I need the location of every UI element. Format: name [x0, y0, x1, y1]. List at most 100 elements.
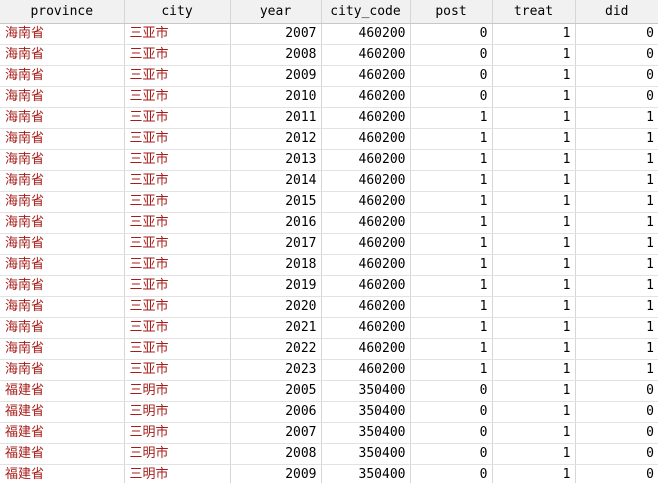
cell-treat[interactable]: 1 [492, 65, 576, 87]
cell-year[interactable]: 2007 [230, 422, 322, 444]
cell-did[interactable]: 1 [575, 191, 658, 213]
cell-province[interactable]: 海南省 [0, 23, 125, 45]
cell-city[interactable]: 三亚市 [124, 128, 231, 150]
table-row[interactable]: 海南省 三亚市 2013 460200 1 1 1 [0, 149, 658, 171]
cell-province[interactable]: 海南省 [0, 86, 125, 108]
cell-city-code[interactable]: 460200 [321, 149, 411, 171]
cell-city-code[interactable]: 350400 [321, 422, 411, 444]
cell-province[interactable]: 海南省 [0, 359, 125, 381]
cell-city[interactable]: 三明市 [124, 443, 231, 465]
cell-treat[interactable]: 1 [492, 380, 576, 402]
cell-city-code[interactable]: 350400 [321, 464, 411, 483]
cell-post[interactable]: 0 [410, 380, 493, 402]
cell-city[interactable]: 三亚市 [124, 65, 231, 87]
cell-post[interactable]: 0 [410, 422, 493, 444]
cell-treat[interactable]: 1 [492, 191, 576, 213]
cell-city[interactable]: 三亚市 [124, 170, 231, 192]
cell-city-code[interactable]: 460200 [321, 23, 411, 45]
cell-city[interactable]: 三亚市 [124, 86, 231, 108]
table-row[interactable]: 海南省 三亚市 2014 460200 1 1 1 [0, 170, 658, 192]
column-header-province[interactable]: province [0, 0, 125, 24]
table-row[interactable]: 海南省 三亚市 2020 460200 1 1 1 [0, 296, 658, 318]
table-row[interactable]: 福建省 三明市 2007 350400 0 1 0 [0, 422, 658, 444]
column-header-city-code[interactable]: city_code [321, 0, 411, 24]
cell-post[interactable]: 0 [410, 401, 493, 423]
cell-city[interactable]: 三明市 [124, 380, 231, 402]
cell-post[interactable]: 1 [410, 254, 493, 276]
cell-city-code[interactable]: 460200 [321, 233, 411, 255]
cell-year[interactable]: 2017 [230, 233, 322, 255]
cell-city-code[interactable]: 460200 [321, 86, 411, 108]
cell-province[interactable]: 海南省 [0, 233, 125, 255]
cell-year[interactable]: 2019 [230, 275, 322, 297]
cell-post[interactable]: 0 [410, 23, 493, 45]
cell-treat[interactable]: 1 [492, 23, 576, 45]
table-row[interactable]: 福建省 三明市 2006 350400 0 1 0 [0, 401, 658, 423]
table-row[interactable]: 福建省 三明市 2005 350400 0 1 0 [0, 380, 658, 402]
cell-city-code[interactable]: 460200 [321, 317, 411, 339]
cell-province[interactable]: 福建省 [0, 443, 125, 465]
table-row[interactable]: 海南省 三亚市 2015 460200 1 1 1 [0, 191, 658, 213]
cell-post[interactable]: 1 [410, 233, 493, 255]
cell-city[interactable]: 三亚市 [124, 317, 231, 339]
cell-treat[interactable]: 1 [492, 233, 576, 255]
cell-treat[interactable]: 1 [492, 359, 576, 381]
cell-treat[interactable]: 1 [492, 422, 576, 444]
cell-did[interactable]: 0 [575, 443, 658, 465]
cell-did[interactable]: 1 [575, 359, 658, 381]
cell-post[interactable]: 0 [410, 464, 493, 483]
cell-did[interactable]: 1 [575, 212, 658, 234]
cell-post[interactable]: 1 [410, 296, 493, 318]
cell-province[interactable]: 福建省 [0, 380, 125, 402]
cell-did[interactable]: 1 [575, 296, 658, 318]
cell-year[interactable]: 2018 [230, 254, 322, 276]
table-row[interactable]: 福建省 三明市 2009 350400 0 1 0 [0, 464, 658, 483]
cell-did[interactable]: 0 [575, 464, 658, 483]
table-row[interactable]: 海南省 三亚市 2022 460200 1 1 1 [0, 338, 658, 360]
cell-city[interactable]: 三亚市 [124, 191, 231, 213]
cell-did[interactable]: 0 [575, 422, 658, 444]
cell-did[interactable]: 0 [575, 86, 658, 108]
cell-year[interactable]: 2009 [230, 464, 322, 483]
column-header-post[interactable]: post [410, 0, 493, 24]
cell-did[interactable]: 1 [575, 128, 658, 150]
cell-city[interactable]: 三亚市 [124, 149, 231, 171]
cell-city[interactable]: 三亚市 [124, 275, 231, 297]
cell-year[interactable]: 2009 [230, 65, 322, 87]
cell-treat[interactable]: 1 [492, 275, 576, 297]
cell-year[interactable]: 2020 [230, 296, 322, 318]
cell-province[interactable]: 海南省 [0, 275, 125, 297]
cell-treat[interactable]: 1 [492, 443, 576, 465]
cell-city[interactable]: 三亚市 [124, 359, 231, 381]
cell-city[interactable]: 三亚市 [124, 212, 231, 234]
column-header-year[interactable]: year [230, 0, 322, 24]
cell-city-code[interactable]: 460200 [321, 44, 411, 66]
cell-province[interactable]: 海南省 [0, 254, 125, 276]
cell-city[interactable]: 三亚市 [124, 107, 231, 129]
table-row[interactable]: 海南省 三亚市 2018 460200 1 1 1 [0, 254, 658, 276]
cell-post[interactable]: 0 [410, 44, 493, 66]
cell-city[interactable]: 三明市 [124, 401, 231, 423]
cell-province[interactable]: 海南省 [0, 317, 125, 339]
cell-did[interactable]: 1 [575, 317, 658, 339]
cell-province[interactable]: 海南省 [0, 149, 125, 171]
table-row[interactable]: 海南省 三亚市 2017 460200 1 1 1 [0, 233, 658, 255]
cell-city-code[interactable]: 460200 [321, 107, 411, 129]
cell-year[interactable]: 2016 [230, 212, 322, 234]
cell-post[interactable]: 1 [410, 338, 493, 360]
cell-post[interactable]: 1 [410, 212, 493, 234]
column-header-did[interactable]: did [575, 0, 658, 24]
cell-did[interactable]: 1 [575, 149, 658, 171]
cell-province[interactable]: 海南省 [0, 107, 125, 129]
cell-post[interactable]: 0 [410, 443, 493, 465]
cell-province[interactable]: 海南省 [0, 65, 125, 87]
cell-city[interactable]: 三亚市 [124, 338, 231, 360]
cell-city-code[interactable]: 350400 [321, 443, 411, 465]
cell-treat[interactable]: 1 [492, 170, 576, 192]
cell-city-code[interactable]: 460200 [321, 254, 411, 276]
table-row[interactable]: 海南省 三亚市 2011 460200 1 1 1 [0, 107, 658, 129]
cell-province[interactable]: 海南省 [0, 338, 125, 360]
cell-province[interactable]: 海南省 [0, 170, 125, 192]
cell-city[interactable]: 三亚市 [124, 296, 231, 318]
cell-province[interactable]: 海南省 [0, 212, 125, 234]
